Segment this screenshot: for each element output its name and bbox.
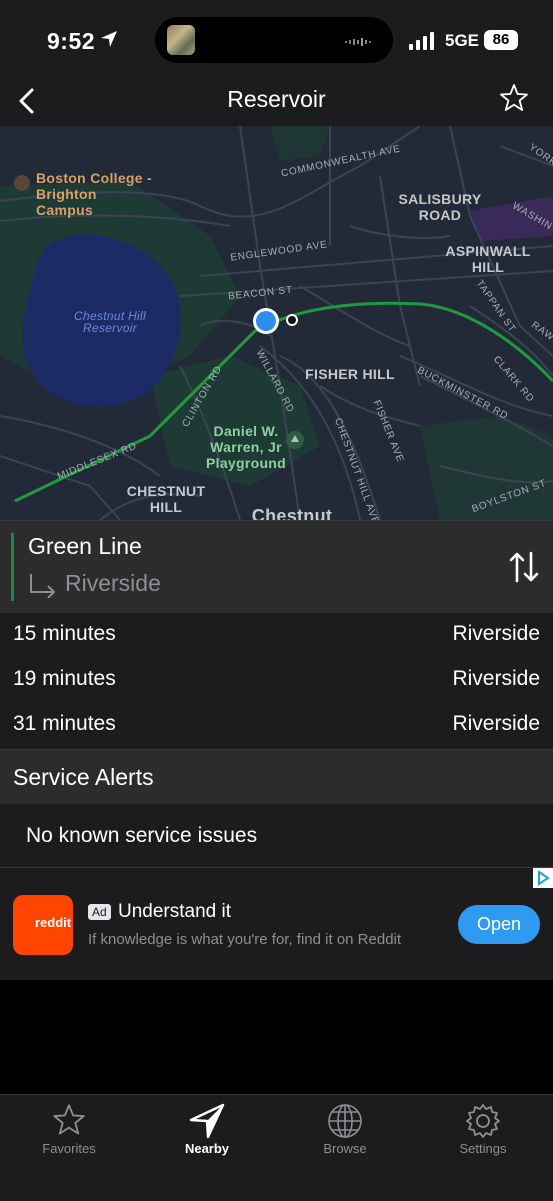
turn-right-arrow-icon <box>30 574 55 598</box>
tab-label: Nearby <box>184 1141 230 1156</box>
service-alerts-message: No known service issues <box>26 824 258 847</box>
prediction-row[interactable]: 19 minutes Riverside <box>0 658 553 703</box>
status-bar: 9:52 5GE 86 <box>0 0 553 80</box>
location-arrow-icon <box>101 31 117 47</box>
map-place-label: SALISBURY ROAD <box>398 191 482 223</box>
cellular-signal-icon <box>409 32 434 50</box>
tab-label: Browse <box>323 1141 367 1156</box>
location-arrow-icon <box>189 1103 225 1139</box>
map-place-label: Boston College - Brighton Campus <box>36 170 153 218</box>
gear-icon <box>466 1104 500 1138</box>
prediction-destination: Riverside <box>452 622 540 645</box>
tab-label: Settings <box>459 1141 507 1156</box>
route-destination: Riverside <box>65 570 161 596</box>
reddit-logo: reddit <box>13 895 73 955</box>
service-alerts-header: Service Alerts <box>0 749 553 805</box>
map-place-label: ASPINWALL HILL <box>445 243 531 275</box>
prediction-time: 31 minutes <box>13 712 116 735</box>
tab-nearby[interactable]: Nearby <box>138 1095 276 1165</box>
audio-wave-icon <box>345 38 371 46</box>
map-place-label: FISHER HILL <box>305 366 395 382</box>
status-time: 9:52 <box>47 28 96 54</box>
service-alerts-title: Service Alerts <box>13 764 154 790</box>
route-header: Green Line Riverside <box>0 520 553 614</box>
service-alerts-body: No known service issues <box>0 804 553 868</box>
globe-icon <box>328 1104 362 1138</box>
tab-settings[interactable]: Settings <box>414 1095 552 1165</box>
prediction-time: 19 minutes <box>13 667 116 690</box>
star-icon <box>53 1104 85 1135</box>
now-playing-thumbnail <box>167 25 195 55</box>
map-place-label: Chestnut <box>251 506 333 520</box>
page-title: Reservoir <box>227 86 326 112</box>
map-view[interactable]: Boston College - Brighton Campus Chestnu… <box>0 126 553 520</box>
line-color-bar <box>11 533 14 601</box>
dynamic-island[interactable] <box>155 17 393 63</box>
swap-direction-icon[interactable] <box>509 551 539 583</box>
prediction-time: 15 minutes <box>13 622 116 645</box>
ad-open-button[interactable]: Open <box>458 905 540 944</box>
battery-indicator: 86 <box>484 30 518 50</box>
ad-badge: Ad <box>88 904 111 920</box>
ad-banner[interactable]: reddit Ad Understand it If knowledge is … <box>0 868 553 980</box>
ad-choices-icon[interactable] <box>533 868 553 888</box>
favorite-star-icon[interactable] <box>499 83 529 113</box>
map-place-label: CHESTNUT HILL <box>126 483 206 515</box>
navigation-bar: Reservoir <box>0 80 553 126</box>
prediction-row[interactable]: 15 minutes Riverside <box>0 613 553 658</box>
ad-title: Understand it <box>118 901 232 922</box>
tab-bar: Favorites Nearby Browse Settings <box>0 1094 553 1201</box>
line-name: Green Line <box>28 533 142 559</box>
tab-browse[interactable]: Browse <box>276 1095 414 1165</box>
ad-description: If knowledge is what you're for, find it… <box>88 931 402 948</box>
prediction-row[interactable]: 31 minutes Riverside <box>0 703 553 748</box>
map-place-label: Daniel W. Warren, Jr Playground <box>206 423 287 471</box>
predictions-list: 15 minutes Riverside 19 minutes Riversid… <box>0 613 553 749</box>
network-type: 5GE <box>445 31 480 50</box>
prediction-destination: Riverside <box>452 667 540 690</box>
tab-favorites[interactable]: Favorites <box>0 1095 138 1165</box>
map-place-label: Chestnut Hill Reservoir <box>74 309 146 335</box>
ad-brand: reddit <box>35 915 72 930</box>
tab-label: Favorites <box>42 1141 96 1156</box>
prediction-destination: Riverside <box>452 712 540 735</box>
